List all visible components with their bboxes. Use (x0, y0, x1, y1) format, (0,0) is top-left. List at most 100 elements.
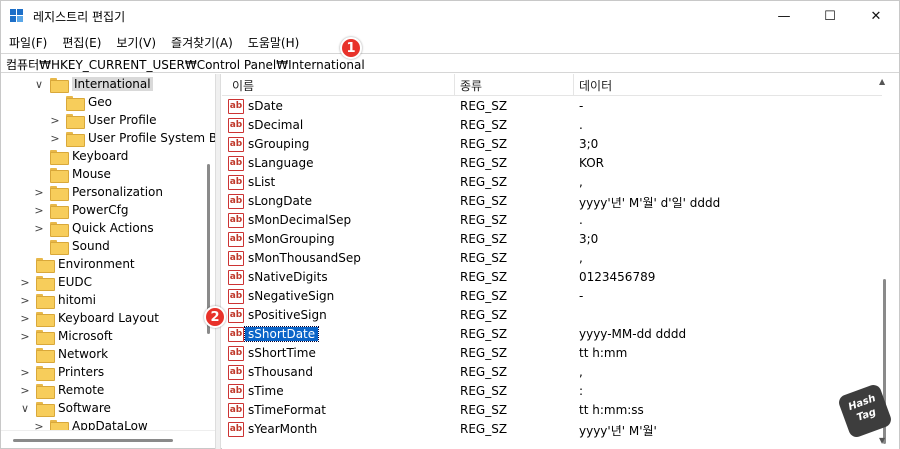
tree-item[interactable]: > Microsoft (19, 327, 113, 345)
expand-chevron-icon[interactable]: > (49, 132, 61, 145)
value-type: REG_SZ (460, 213, 508, 227)
expand-chevron-icon[interactable]: > (19, 366, 31, 379)
folder-icon (36, 311, 55, 327)
tree-item-label: International (72, 77, 153, 91)
value-name: sGrouping (248, 137, 310, 151)
tree-item[interactable]: > User Profile System Ba (49, 129, 215, 147)
list-row[interactable]: ab sLanguage REG_SZ KOR (222, 154, 882, 173)
column-separator[interactable] (454, 74, 455, 96)
string-value-icon: ab (228, 270, 244, 285)
string-value-icon: ab (228, 327, 244, 342)
menu-help[interactable]: 도움말(H) (240, 32, 307, 52)
tree-item[interactable]: > Remote (19, 381, 104, 399)
column-header-type[interactable]: 종류 (460, 77, 482, 94)
scroll-up-arrow-icon[interactable]: ▲ (879, 77, 885, 86)
list-row[interactable]: ab sYearMonth REG_SZ yyyy'년' M'월' (222, 420, 882, 439)
list-row[interactable]: ab sPositiveSign REG_SZ (222, 306, 882, 325)
value-name: sYearMonth (248, 422, 318, 436)
value-data: 3;0 (579, 137, 599, 151)
tree-item[interactable]: > Personalization (33, 183, 163, 201)
tree-item[interactable]: > User Profile (49, 111, 156, 129)
list-row[interactable]: ab sThousand REG_SZ, (222, 363, 882, 382)
tree-item-label: Geo (88, 95, 113, 109)
menu-favorites[interactable]: 즐겨찾기(A) (163, 32, 240, 52)
expand-chevron-icon[interactable]: > (19, 330, 31, 343)
tree-item[interactable]: > hitomi (19, 291, 96, 309)
expand-chevron-icon[interactable]: > (49, 114, 61, 127)
tree-hscroll-thumb[interactable] (13, 439, 173, 442)
value-name: sNegativeSign (248, 289, 335, 303)
expand-chevron-icon[interactable]: > (19, 384, 31, 397)
value-data: yyyy-MM-dd dddd (579, 327, 687, 341)
list-row[interactable]: ab sList REG_SZ, (222, 173, 882, 192)
value-type: REG_SZ (460, 99, 508, 113)
value-data: . (579, 118, 583, 132)
tree-item-label: Network (58, 347, 109, 361)
string-value-icon: ab (228, 194, 244, 209)
close-button[interactable]: ✕ (853, 1, 899, 32)
list-row[interactable]: ab sGrouping REG_SZ 3;0 (222, 135, 882, 154)
tree-vertical-scrollbar[interactable] (201, 74, 215, 430)
scroll-down-arrow-icon[interactable]: ▼ (879, 436, 885, 445)
address-path[interactable]: 컴퓨터₩HKEY_CURRENT_USER₩Control Panel₩Inte… (6, 56, 365, 73)
pane-splitter[interactable] (215, 74, 221, 449)
value-name: sLanguage (248, 156, 314, 170)
tree-item[interactable]: Network (19, 345, 108, 363)
tree-item[interactable]: Geo (49, 93, 112, 111)
list-row[interactable]: ab sDecimal REG_SZ. (222, 116, 882, 135)
column-header-data[interactable]: 데이터 (579, 77, 612, 94)
menu-file[interactable]: 파일(F) (1, 32, 54, 52)
list-row[interactable]: ab sMonGrouping REG_SZ 3;0 (222, 230, 882, 249)
address-bar[interactable]: 컴퓨터₩HKEY_CURRENT_USER₩Control Panel₩Inte… (1, 53, 899, 73)
list-row[interactable]: ab sLongDate REG_SZ yyyy'년' M'월' d'일' dddd (222, 192, 882, 211)
collapse-chevron-icon[interactable]: ∨ (19, 402, 31, 415)
tree-item[interactable]: Sound (33, 237, 110, 255)
expand-chevron-icon[interactable]: > (33, 420, 45, 431)
column-header-name[interactable]: 이름 (232, 77, 254, 94)
maximize-button[interactable]: ☐ (807, 1, 853, 32)
tree-horizontal-scrollbar[interactable] (1, 430, 215, 449)
tree-item-label: Microsoft (58, 329, 113, 343)
tree-item-label: User Profile System Ba (88, 131, 215, 145)
minimize-button[interactable]: — (761, 1, 807, 32)
menu-edit[interactable]: 편집(E) (54, 32, 108, 52)
tree-item[interactable]: ∨ International (33, 75, 153, 93)
expand-chevron-icon[interactable]: > (33, 204, 45, 217)
tree-item[interactable]: > AppDataLow (33, 417, 148, 430)
expand-chevron-icon[interactable]: > (33, 222, 45, 235)
value-name: sDecimal (248, 118, 304, 132)
tree-item[interactable]: > PowerCfg (33, 201, 129, 219)
list-row[interactable]: ab sShortTime REG_SZ tt h:mm (222, 344, 882, 363)
list-row[interactable]: ab sTimeFormat REG_SZ tt h:mm:ss (222, 401, 882, 420)
folder-icon (50, 419, 69, 430)
tree-item[interactable]: ∨ Software (19, 399, 111, 417)
folder-icon (36, 293, 55, 309)
value-list: 이름 종류 데이터 ab sDate REG_SZ - ab sDecimal REG_SZ… (222, 74, 899, 449)
list-row[interactable]: ab sDate REG_SZ - (222, 97, 882, 116)
value-data: . (579, 213, 583, 227)
tree-item-label: Quick Actions (72, 221, 154, 235)
tree-item[interactable]: > Quick Actions (33, 219, 154, 237)
value-name: sList (248, 175, 276, 189)
tree-item[interactable]: > Keyboard Layout (19, 309, 159, 327)
list-row[interactable]: ab sMonThousandSep REG_SZ, (222, 249, 882, 268)
expand-chevron-icon[interactable]: > (19, 276, 31, 289)
list-row[interactable]: ab sMonDecimalSep REG_SZ. (222, 211, 882, 230)
expand-chevron-icon[interactable]: > (19, 312, 31, 325)
list-row[interactable]: ab sTime REG_SZ: (222, 382, 882, 401)
tree-item[interactable]: Environment (19, 255, 135, 273)
collapse-chevron-icon[interactable]: ∨ (33, 78, 45, 91)
menu-view[interactable]: 보기(V) (108, 32, 163, 52)
tree-item[interactable]: > EUDC (19, 273, 92, 291)
expand-chevron-icon[interactable]: > (33, 186, 45, 199)
tree-item[interactable]: Mouse (33, 165, 111, 183)
expand-chevron-icon[interactable]: > (19, 294, 31, 307)
list-row[interactable]: ab sNativeDigits REG_SZ 0123456789 (222, 268, 882, 287)
string-value-icon: ab (228, 308, 244, 323)
tree-item-label: User Profile (88, 113, 157, 127)
tree-item[interactable]: Keyboard (33, 147, 128, 165)
list-row[interactable]: ab sNegativeSign REG_SZ - (222, 287, 882, 306)
tree-item[interactable]: > Printers (19, 363, 104, 381)
list-row[interactable]: ab sShortDate REG_SZ yyyy-MM-dd dddd (222, 325, 882, 344)
column-separator[interactable] (573, 74, 574, 96)
